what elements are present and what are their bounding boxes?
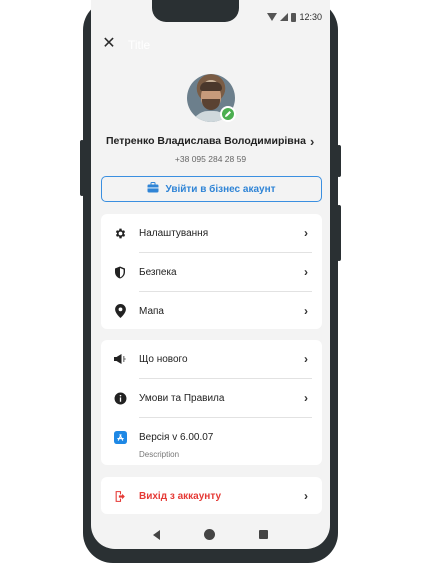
user-phone: +38 095 284 28 59 (174, 154, 247, 164)
camera-notch (152, 0, 239, 22)
system-nav-bar (91, 520, 330, 549)
menu-item-label: Безпека (139, 266, 177, 278)
chevron-right-icon: › (304, 304, 308, 318)
battery-icon (291, 12, 297, 22)
menu-item-settings[interactable]: Налаштування › (101, 214, 322, 252)
pencil-icon (222, 108, 234, 120)
menu-item-label: Що нового (139, 353, 188, 365)
business-account-button[interactable]: Увійти в бізнес акаунт (101, 176, 322, 202)
briefcase-icon (147, 180, 159, 198)
shield-icon (113, 265, 127, 279)
nav-recents-icon[interactable] (259, 530, 268, 539)
nav-home-icon[interactable] (204, 529, 215, 540)
version-label: Версія v 6.00.07 (139, 431, 214, 443)
gear-icon (113, 226, 127, 240)
phone-side-button (337, 205, 341, 261)
menu-item-security[interactable]: Безпека › (101, 253, 322, 291)
menu-item-label: Мапа (139, 305, 164, 317)
app-store-icon (113, 430, 127, 444)
version-description: Description (139, 450, 180, 459)
close-icon[interactable]: ✕ (102, 36, 116, 52)
wifi-icon (267, 13, 278, 21)
chevron-right-icon: › (304, 489, 308, 503)
map-pin-icon (113, 304, 127, 318)
nav-back-icon[interactable] (153, 529, 160, 540)
menu-item-label: Умови та Правила (139, 392, 225, 404)
logout-icon (113, 489, 127, 503)
page-title: Title (128, 38, 151, 52)
logout-label: Вихід з аккаунту (139, 490, 222, 502)
business-account-label: Увійти в бізнес акаунт (165, 183, 276, 195)
menu-item-map[interactable]: Мапа › (101, 292, 322, 330)
chevron-right-icon: › (304, 265, 308, 279)
info-icon (113, 391, 127, 405)
logout-button[interactable]: Вихід з аккаунту › (101, 477, 322, 515)
settings-card: Налаштування › Безпека › Мапа › (101, 214, 322, 329)
menu-item-terms[interactable]: Умови та Правила › (101, 379, 322, 417)
menu-item-version: Версія v 6.00.07 (101, 418, 322, 456)
phone-side-button (80, 140, 84, 196)
menu-item-label: Налаштування (139, 227, 209, 239)
info-card: Що нового › Умови та Правила › Версія v … (101, 340, 322, 465)
edit-avatar-button[interactable] (220, 106, 236, 122)
megaphone-icon (113, 352, 127, 366)
menu-item-whats-new[interactable]: Що нового › (101, 340, 322, 378)
status-bar: 12:30 (267, 11, 322, 23)
phone-screen: 12:30 ✕ Title Петренко Владислава Володи… (91, 0, 330, 549)
phone-side-button (337, 145, 341, 177)
chevron-right-icon[interactable]: › (310, 134, 314, 149)
chevron-right-icon: › (304, 352, 308, 366)
chevron-right-icon: › (304, 226, 308, 240)
user-name[interactable]: Петренко Владислава Володимирівна (106, 135, 306, 147)
logout-card: Вихід з аккаунту › (101, 477, 322, 514)
signal-icon (280, 13, 289, 21)
status-time: 12:30 (299, 12, 322, 22)
chevron-right-icon: › (304, 391, 308, 405)
